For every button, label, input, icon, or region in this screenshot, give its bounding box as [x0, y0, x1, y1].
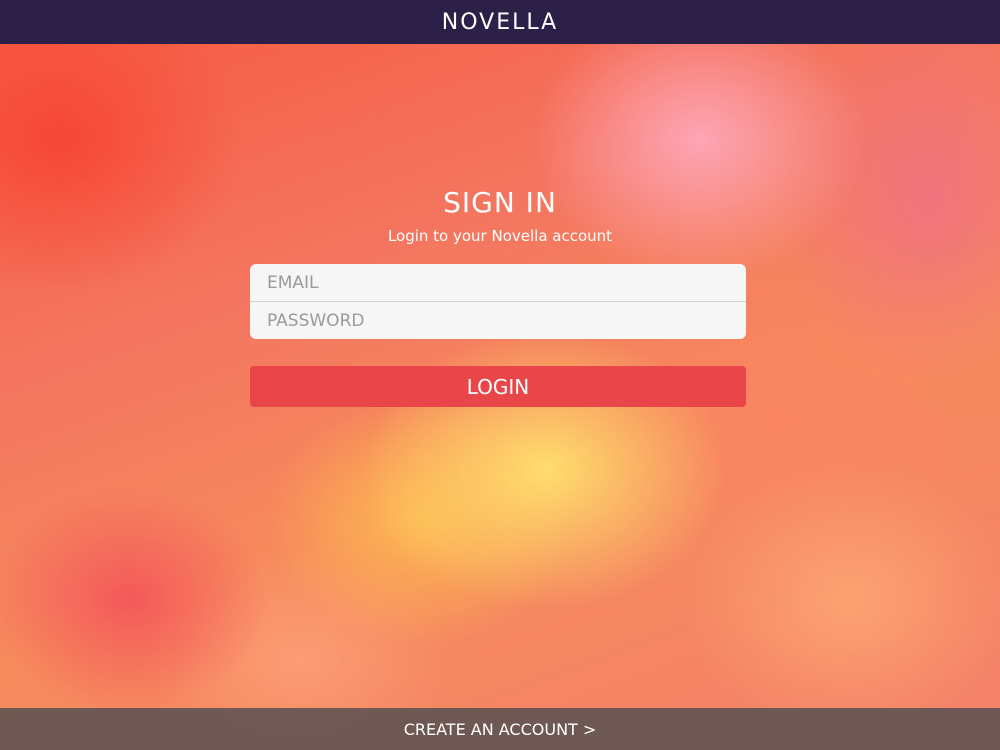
bottom-bar: CREATE AN ACCOUNT > [0, 708, 1000, 750]
page-title: SIGN IN [443, 186, 557, 219]
login-button[interactable]: LOGIN [250, 366, 746, 407]
login-form [250, 264, 746, 339]
email-field[interactable] [250, 264, 746, 301]
create-account-link[interactable]: CREATE AN ACCOUNT > [404, 720, 597, 739]
top-bar: NOVELLA [0, 0, 1000, 44]
password-field[interactable] [250, 302, 746, 339]
page-subtitle: Login to your Novella account [387, 227, 613, 245]
app-title: NOVELLA [441, 9, 559, 35]
